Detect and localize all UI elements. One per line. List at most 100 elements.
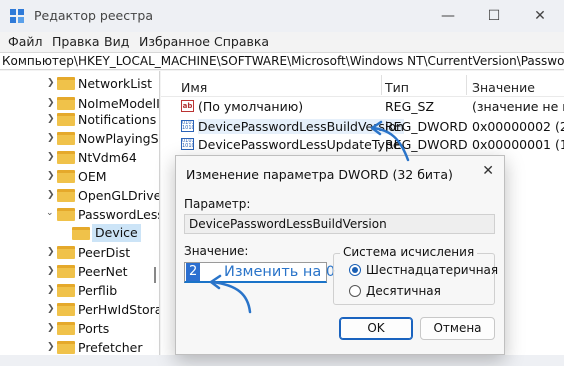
chevron-right-icon[interactable]: ❯ [47,114,55,124]
chevron-right-icon[interactable]: ❯ [47,133,55,143]
row-value: 0x00000001 (1) [472,137,564,152]
folder-icon [57,246,75,259]
column-divider[interactable] [381,75,382,95]
folder-icon [57,170,75,183]
folder-icon [57,189,75,202]
chevron-right-icon[interactable]: ❯ [47,152,55,162]
dialog-title: Изменение параметра DWORD (32 бита) [186,167,453,182]
base-group-title: Система исчисления [340,245,478,259]
menu-edit[interactable]: Правка [52,34,100,49]
table-row[interactable]: 0101 1010 DevicePasswordLessUpdateType RE… [161,135,564,154]
registry-editor-icon [10,9,24,23]
close-button[interactable]: ✕ [522,4,558,28]
tree-item-label: OEM [78,169,107,184]
folder-icon [57,284,75,297]
address-bar[interactable]: Компьютер\HKEY_LOCAL_MACHINE\SOFTWARE\Mi… [0,52,564,70]
row-name: (По умолчанию) [198,99,304,114]
folder-icon [57,132,75,145]
column-header-type[interactable]: Тип [385,80,409,95]
dword-value-icon: 0101 1010 [181,120,194,132]
tree-item-label: PeerDist [78,245,131,260]
tree-item[interactable]: ❯ PerHwIdStora [0,299,159,319]
chevron-down-icon[interactable]: ⌄ [46,208,54,218]
dec-radio-label[interactable]: Десятичная [366,284,441,298]
tree-item[interactable]: ❯ Notifications [0,109,157,129]
folder-icon [57,208,75,221]
dec-radio[interactable] [349,285,361,297]
param-label: Параметр: [184,197,251,211]
folder-icon [57,151,75,164]
tree-item-label: NtVdm64 [78,150,137,165]
folder-icon [57,341,75,354]
tree-item[interactable]: ❯ Prefetcher [0,337,155,355]
hex-radio-label[interactable]: Шестнадцатеричная [366,263,498,277]
column-header-name[interactable]: Имя [181,80,207,95]
folder-icon [57,265,75,278]
dialog-close-button[interactable]: ✕ [482,163,494,179]
status-area [0,355,564,366]
row-type: REG_SZ [385,99,435,114]
tree-item-label: Notifications [78,112,157,127]
hex-radio[interactable] [349,264,361,276]
menu-view[interactable]: Вид [104,34,129,49]
row-name: DevicePasswordLessUpdateType [198,137,401,152]
dword-value-icon: 0101 1010 [181,138,194,150]
table-row[interactable]: 0101 1010 DevicePasswordLessBuildVersion … [161,117,564,136]
title-bar: Редактор реестра — ☐ ✕ [0,0,564,32]
menu-favorites[interactable]: Избранное [139,34,210,49]
param-name-field: DevicePasswordLessBuildVersion [184,214,495,234]
value-text: 2 [186,263,201,281]
column-header-value[interactable]: Значение [472,80,535,95]
row-name: DevicePasswordLessBuildVersion [198,119,404,134]
chevron-right-icon[interactable]: ❯ [47,171,55,181]
chevron-right-icon[interactable]: ❯ [47,323,55,333]
ok-button[interactable]: OK [339,317,413,340]
row-value: 0x00000002 (2) [472,119,564,134]
chevron-right-icon[interactable]: ❯ [47,78,55,88]
table-row[interactable]: ab (По умолчанию) REG_SZ (значение не пр [161,97,564,116]
tree-item-selected[interactable]: Device [0,223,155,243]
chevron-right-icon[interactable]: ❯ [47,342,55,352]
chevron-right-icon[interactable]: ❯ [47,98,55,108]
tree-item[interactable]: ❯ PeerDist [0,242,155,262]
column-divider[interactable] [466,75,467,95]
window-title: Редактор реестра [34,8,153,23]
annotation-text: Изменить на 0 [224,264,336,280]
tree-item[interactable]: ❯ OEM [0,166,155,186]
folder-open-icon [72,227,90,240]
tree-item-label: Ports [78,321,110,336]
tree-item[interactable]: ❯ Ports [0,318,155,338]
tree-item[interactable]: ❯ NtVdm64 [0,147,155,167]
string-value-icon: ab [181,100,194,112]
tree-item[interactable]: ❯ PeerNet [0,261,155,281]
scrollbar-thumb[interactable] [154,267,156,283]
menu-bar: Файл Правка Вид Избранное Справка [0,32,564,52]
edit-dword-dialog: Изменение параметра DWORD (32 бита) ✕ Па… [175,155,505,355]
tree-scrollbar[interactable] [148,77,156,337]
key-tree[interactable]: ❯ NetworkList ❯ NoImeModelI ❯ Notificati… [0,71,160,355]
tree-item-label: PeerNet [78,264,128,279]
menu-file[interactable]: Файл [8,34,43,49]
cancel-button[interactable]: Отмена [420,317,495,340]
chevron-right-icon[interactable]: ❯ [47,247,55,257]
menu-help[interactable]: Справка [214,34,269,49]
chevron-right-icon[interactable]: ❯ [47,304,55,314]
value-label: Значение: [184,244,249,258]
chevron-right-icon[interactable]: ❯ [47,266,55,276]
tree-item[interactable]: ⌄ PasswordLess [0,204,159,224]
tree-item[interactable]: ❯ NowPlayingSe [0,128,159,148]
folder-icon [57,303,75,316]
folder-icon [57,113,75,126]
tree-item[interactable]: ❯ NetworkList [0,73,155,93]
row-value: (значение не пр [472,99,564,114]
row-type: REG_DWORD [385,137,468,152]
chevron-right-icon[interactable]: ❯ [47,190,55,200]
row-type: REG_DWORD [385,119,468,134]
chevron-right-icon[interactable]: ❯ [47,285,55,295]
tree-item-label: NetworkList [78,76,153,91]
maximize-button[interactable]: ☐ [476,4,512,28]
tree-item[interactable]: ❯ Perflib [0,280,155,300]
folder-icon [57,77,75,90]
minimize-button[interactable]: — [430,4,466,28]
tree-item[interactable]: ❯ OpenGLDriver [0,185,159,205]
